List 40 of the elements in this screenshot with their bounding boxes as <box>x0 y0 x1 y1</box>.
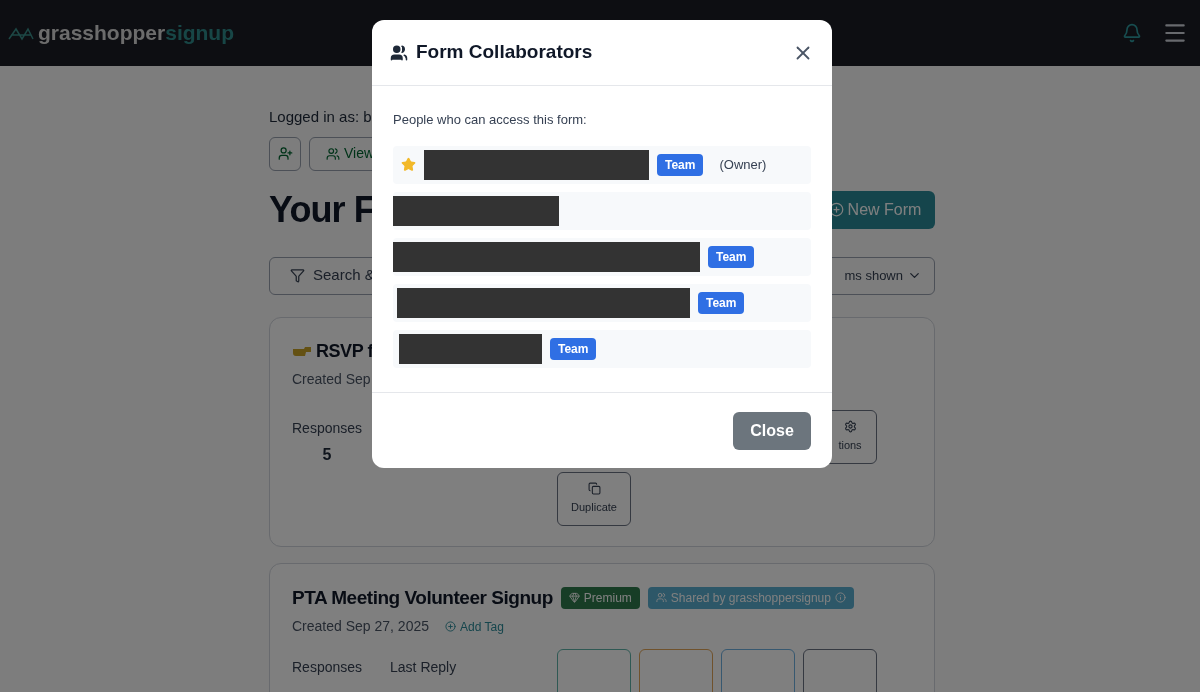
duplicate-button[interactable]: Duplicate <box>557 471 631 526</box>
team-badge: Team <box>698 291 745 314</box>
action-button[interactable] <box>557 649 631 692</box>
logo-text: grasshoppersignup <box>38 20 235 47</box>
team-badge: Team <box>657 153 704 176</box>
stat-value: 5 <box>322 444 332 465</box>
users-icon <box>326 146 340 161</box>
action-button[interactable] <box>721 649 795 692</box>
notification-icon[interactable] <box>1122 23 1142 43</box>
star-icon <box>401 157 416 172</box>
created-date: Created Sep 27, 2025 <box>292 617 429 636</box>
add-user-button[interactable] <box>269 136 301 171</box>
dialog-title: Form Collaborators <box>416 40 593 65</box>
action-button[interactable] <box>639 649 713 692</box>
users-icon <box>655 592 667 604</box>
pointing-hand-icon <box>292 344 312 358</box>
users-icon <box>390 43 408 62</box>
team-badge: Team <box>708 245 755 268</box>
owner-label: (Owner) <box>719 155 767 174</box>
add-user-icon <box>277 146 293 161</box>
plus-icon <box>445 621 456 632</box>
logged-in-text: Logged in as: b <box>269 107 372 127</box>
created-date: Created Sep <box>292 369 371 389</box>
shared-badge: Shared by grasshoppersignup <box>647 586 854 609</box>
copy-icon <box>587 481 601 495</box>
team-badge: Team <box>550 337 597 360</box>
filter-icon <box>290 268 305 283</box>
stat-label: Responses <box>292 658 363 677</box>
logo-icon <box>8 25 34 41</box>
stat-label: Responses <box>292 418 363 438</box>
form-title: PTA Meeting Volunteer Signup <box>292 585 553 610</box>
gem-icon <box>568 592 580 604</box>
add-tag-link[interactable]: Add Tag <box>445 617 504 636</box>
premium-badge: Premium <box>560 586 640 609</box>
close-dialog-button[interactable]: Close <box>733 411 811 450</box>
info-icon <box>834 592 846 604</box>
stat-label: Last Reply <box>390 658 457 677</box>
settings-icon <box>843 419 857 433</box>
action-button[interactable] <box>803 649 877 692</box>
intro-text: People who can access this form: <box>393 111 588 129</box>
